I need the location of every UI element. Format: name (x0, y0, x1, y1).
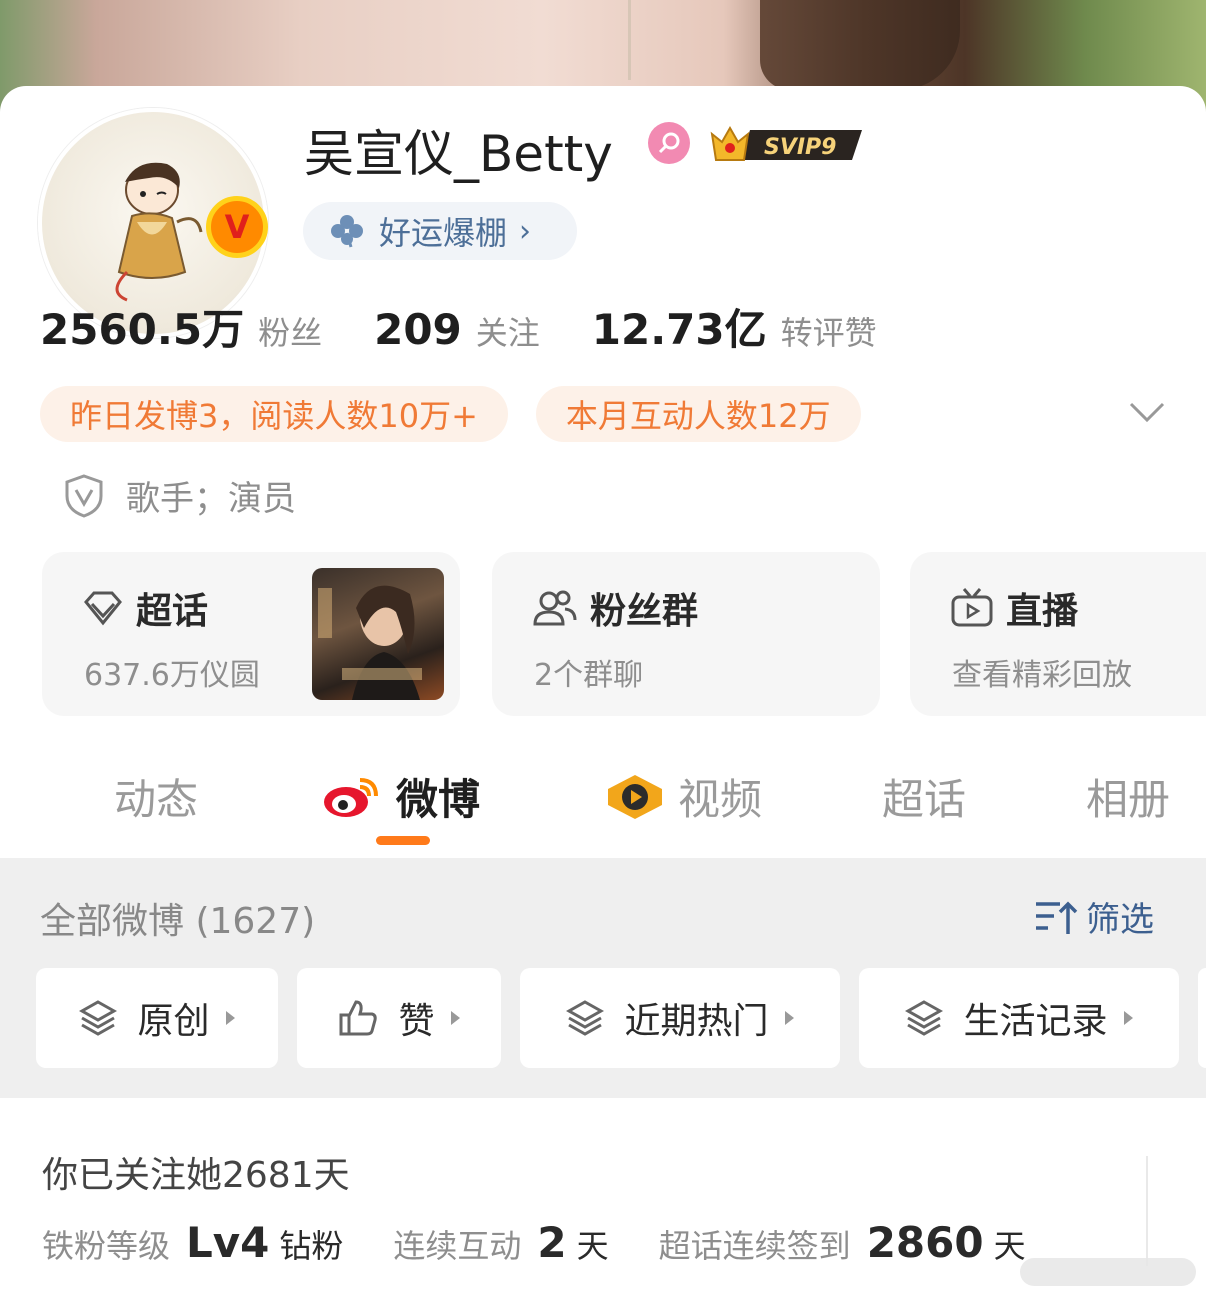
fan-level-unit: 钻粉 (279, 1227, 344, 1265)
likes-count[interactable]: 12.73亿 (592, 296, 767, 357)
filter-button[interactable]: 筛选 (1034, 892, 1154, 941)
tab-album-label: 相册 (1086, 775, 1171, 824)
luck-status-button[interactable]: 好运爆棚 › (303, 202, 577, 260)
fans-group-title: 粉丝群 (590, 591, 699, 632)
svip-label: SVIP9 (764, 135, 837, 160)
tab-chaohua-label: 超话 (882, 775, 967, 824)
thumbs-up-icon (339, 1000, 378, 1036)
all-weibo-count: 全部微博 (1627) (40, 901, 316, 942)
interact-unit: 天 (576, 1227, 609, 1265)
tab-video-label: 视频 (678, 775, 763, 824)
interact-label: 连续互动 (393, 1227, 522, 1265)
watermark (1020, 1258, 1196, 1286)
tab-dynamic-label: 动态 (114, 775, 199, 824)
profile-card: V 吴宣仪_Betty SVIP9 好运爆棚 › 2560.5万 粉丝 209 … (0, 86, 1206, 1301)
luck-label: 好运爆棚 (379, 214, 508, 252)
tab-video[interactable]: 视频 (604, 766, 762, 827)
verification-text: 歌手；演员 (126, 479, 296, 519)
fans-count[interactable]: 2560.5万 (40, 296, 244, 357)
following-label[interactable]: 关注 (476, 308, 540, 354)
chip-overflow[interactable] (1198, 968, 1206, 1068)
signin-label: 超话连续签到 (658, 1227, 851, 1265)
chaohua-title: 超话 (136, 591, 209, 632)
layers-icon (905, 1000, 944, 1036)
chip-recent-hot-label: 近期热门 (624, 1001, 769, 1042)
chip-likes-arrow (450, 1011, 460, 1025)
tab-chaohua[interactable]: 超话 (882, 766, 966, 827)
profile-name: 吴宣仪_Betty (304, 125, 613, 183)
signin-value: 2860 (866, 1218, 984, 1267)
chip-life-record-label: 生活记录 (963, 1001, 1108, 1042)
follow-days: 你已关注她2681天 (42, 1155, 350, 1196)
svip-badge[interactable]: SVIP9 (706, 120, 866, 168)
hair-decoration (760, 0, 960, 90)
female-gender-icon (648, 122, 690, 164)
necklace-decoration (628, 0, 631, 80)
chip-life-record-arrow (1123, 1011, 1133, 1025)
tab-weibo[interactable]: 微博 (322, 766, 480, 827)
layers-icon (566, 1000, 605, 1036)
chevron-down-icon[interactable] (1128, 398, 1166, 426)
diamond-icon (84, 591, 122, 626)
chaohua-sub: 637.6万仪圆 (84, 658, 260, 693)
chip-recent-hot-arrow (784, 1011, 794, 1025)
chip-original-label: 原创 (137, 1001, 210, 1042)
filter-label: 筛选 (1086, 900, 1154, 940)
monthly-interaction-pill[interactable]: 本月互动人数12万 (535, 386, 861, 442)
feed-filter-bar: 全部微博 (1627) 筛选 原创 赞 近期热门 生活记录 (0, 858, 1206, 1098)
chaohua-poster-image (312, 568, 444, 700)
chaohua-tile[interactable]: 超话 637.6万仪圆 (42, 552, 460, 716)
tab-dynamic[interactable]: 动态 (114, 766, 198, 827)
activity-pills: 昨日发博3，阅读人数10万+ 本月互动人数12万 (40, 386, 889, 442)
filter-icon (1036, 901, 1078, 934)
group-icon (533, 590, 577, 626)
live-tile[interactable]: 直播 查看精彩回放 (910, 552, 1206, 716)
live-title: 直播 (1006, 591, 1079, 632)
chip-original-arrow (225, 1011, 235, 1025)
following-count[interactable]: 209 (374, 305, 462, 354)
fans-group-tile[interactable]: 粉丝群 2个群聊 (492, 552, 880, 716)
likes-label[interactable]: 转评赞 (781, 308, 877, 354)
layers-icon (79, 1000, 118, 1036)
profile-tabs: 动态 微博 视频 超话 相册 (0, 746, 1206, 858)
fans-label[interactable]: 粉丝 (258, 308, 322, 354)
chip-likes-label: 赞 (398, 1001, 435, 1042)
chip-likes[interactable]: 赞 (297, 968, 501, 1068)
fan-stats-row: 铁粉等级 Lv4 钻粉 连续互动 2 天 超话连续签到 2860 天 (42, 1218, 1076, 1267)
divider (1146, 1156, 1148, 1266)
signin-unit: 天 (993, 1227, 1026, 1265)
fans-group-sub: 2个群聊 (534, 658, 644, 693)
weibo-logo-icon (324, 777, 378, 817)
fan-level-label: 铁粉等级 (42, 1227, 171, 1265)
cartoon-avatar-icon (115, 162, 203, 302)
verified-v-icon: V (206, 196, 268, 258)
active-tab-indicator (376, 836, 430, 845)
chip-recent-hot[interactable]: 近期热门 (520, 968, 840, 1068)
chip-life-record[interactable]: 生活记录 (859, 968, 1179, 1068)
tab-weibo-label: 微博 (396, 775, 481, 824)
chevron-right-icon: › (519, 213, 532, 249)
tab-album[interactable]: 相册 (1086, 766, 1170, 827)
tv-live-icon (951, 588, 993, 627)
stats-row: 2560.5万 粉丝 209 关注 12.73亿 转评赞 (40, 296, 929, 357)
chip-original[interactable]: 原创 (36, 968, 278, 1068)
verification-row: 歌手；演员 (64, 471, 296, 520)
video-channel-icon (608, 774, 662, 819)
clover-icon (331, 215, 363, 248)
yesterday-posts-pill[interactable]: 昨日发博3，阅读人数10万+ (40, 386, 508, 442)
shield-icon (65, 473, 103, 518)
live-sub: 查看精彩回放 (952, 658, 1132, 693)
fan-level-value: Lv4 (186, 1218, 270, 1267)
interact-value: 2 (537, 1218, 567, 1267)
